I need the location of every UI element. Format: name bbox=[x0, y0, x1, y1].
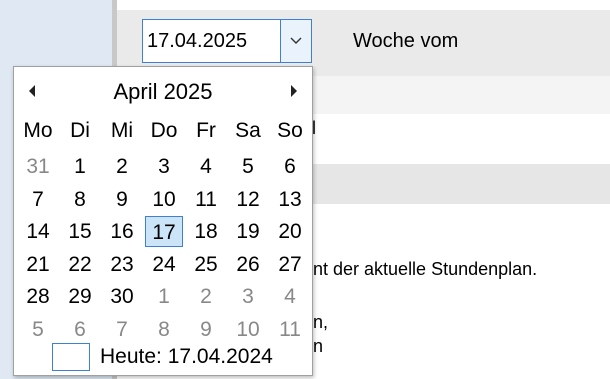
calendar-day-grid: 31 1 2 3 4 5 6 7 8 9 10 11 12 13 14 15 16 17 18 19 20 21 22 23 2… bbox=[17, 151, 311, 346]
calendar-day[interactable]: 14 bbox=[17, 216, 59, 247]
calendar-day[interactable]: 6 bbox=[269, 151, 311, 182]
calendar-day[interactable]: 29 bbox=[59, 281, 101, 312]
triangle-right-icon bbox=[291, 85, 297, 97]
calendar-day[interactable]: 8 bbox=[59, 184, 101, 215]
calendar-day[interactable]: 12 bbox=[227, 184, 269, 215]
calendar-week-row: 5 6 7 8 9 10 11 bbox=[17, 314, 311, 347]
calendar-day[interactable]: 9 bbox=[185, 314, 227, 345]
calendar-week-row: 14 15 16 17 18 19 20 bbox=[17, 216, 311, 249]
calendar-day[interactable]: 28 bbox=[17, 281, 59, 312]
calendar-day[interactable]: 10 bbox=[143, 184, 185, 215]
calendar-header: April 2025 bbox=[14, 77, 312, 107]
calendar-day[interactable]: 16 bbox=[101, 216, 143, 247]
calendar-day[interactable]: 3 bbox=[143, 151, 185, 182]
calendar-day[interactable]: 10 bbox=[227, 314, 269, 345]
calendar-day[interactable]: 25 bbox=[185, 249, 227, 280]
calendar-day[interactable]: 2 bbox=[101, 151, 143, 182]
calendar-day[interactable]: 30 bbox=[101, 281, 143, 312]
calendar-day[interactable]: 6 bbox=[59, 314, 101, 345]
weekday-header: Mo Di Mi Do Fr Sa So bbox=[17, 119, 311, 143]
background-text: n bbox=[313, 336, 324, 356]
calendar-day[interactable]: 1 bbox=[59, 151, 101, 182]
week-label: Woche vom bbox=[353, 30, 459, 52]
calendar-day[interactable]: 22 bbox=[59, 249, 101, 280]
weekday-label: Do bbox=[150, 119, 178, 142]
calendar-week-row: 21 22 23 24 25 26 27 bbox=[17, 249, 311, 282]
weekday-label: Di bbox=[70, 119, 90, 142]
calendar-day[interactable]: 17 bbox=[145, 216, 183, 247]
calendar-day[interactable]: 23 bbox=[101, 249, 143, 280]
calendar-day[interactable]: 15 bbox=[59, 216, 101, 247]
calendar-week-row: 28 29 30 1 2 3 4 bbox=[17, 281, 311, 314]
calendar-day[interactable]: 20 bbox=[269, 216, 311, 247]
background-text: nt der aktuelle Stundenplan. bbox=[313, 259, 538, 279]
calendar-day[interactable]: 2 bbox=[185, 281, 227, 312]
calendar-day[interactable]: 26 bbox=[227, 249, 269, 280]
weekday-label: Fr bbox=[196, 119, 216, 142]
calendar-week-row: 7 8 9 10 11 12 13 bbox=[17, 184, 311, 217]
today-row[interactable]: Heute: 17.04.2024 bbox=[52, 343, 273, 371]
calendar-day[interactable]: 18 bbox=[185, 216, 227, 247]
calendar-day[interactable]: 4 bbox=[185, 151, 227, 182]
calendar-day[interactable]: 5 bbox=[17, 314, 59, 345]
weekday-label: Sa bbox=[235, 119, 261, 142]
next-month-button[interactable] bbox=[286, 81, 302, 101]
calendar-day[interactable]: 21 bbox=[17, 249, 59, 280]
calendar-month-title[interactable]: April 2025 bbox=[14, 79, 312, 105]
chevron-down-icon bbox=[290, 37, 302, 44]
date-picker-field[interactable]: 17.04.2025 bbox=[142, 19, 312, 63]
background-text: n, bbox=[313, 312, 329, 332]
calendar-day[interactable]: 19 bbox=[227, 216, 269, 247]
weekday-label: Mo bbox=[23, 119, 53, 142]
calendar-day[interactable]: 9 bbox=[101, 184, 143, 215]
calendar-day[interactable]: 1 bbox=[143, 281, 185, 312]
calendar-day[interactable]: 11 bbox=[269, 314, 311, 345]
calendar-day[interactable]: 5 bbox=[227, 151, 269, 182]
calendar-day[interactable]: 11 bbox=[185, 184, 227, 215]
calendar-day[interactable]: 4 bbox=[269, 281, 311, 312]
calendar-popup: April 2025 Mo Di Mi Do Fr Sa So 31 1 2 3 4 5 6… bbox=[13, 66, 313, 376]
date-dropdown-button[interactable] bbox=[280, 20, 311, 62]
weekday-label: Mi bbox=[110, 119, 134, 142]
weekday-label: So bbox=[277, 119, 303, 142]
calendar-day[interactable]: 24 bbox=[143, 249, 185, 280]
calendar-day[interactable]: 3 bbox=[227, 281, 269, 312]
today-marker bbox=[52, 343, 90, 371]
today-label[interactable]: Heute: 17.04.2024 bbox=[100, 345, 273, 369]
calendar-day[interactable]: 7 bbox=[101, 314, 143, 345]
calendar-day[interactable]: 7 bbox=[17, 184, 59, 215]
date-value[interactable]: 17.04.2025 bbox=[143, 30, 280, 53]
calendar-day[interactable]: 8 bbox=[143, 314, 185, 345]
calendar-day[interactable]: 31 bbox=[17, 151, 59, 182]
calendar-day[interactable]: 27 bbox=[269, 249, 311, 280]
calendar-day[interactable]: 13 bbox=[269, 184, 311, 215]
calendar-week-row: 31 1 2 3 4 5 6 bbox=[17, 151, 311, 184]
